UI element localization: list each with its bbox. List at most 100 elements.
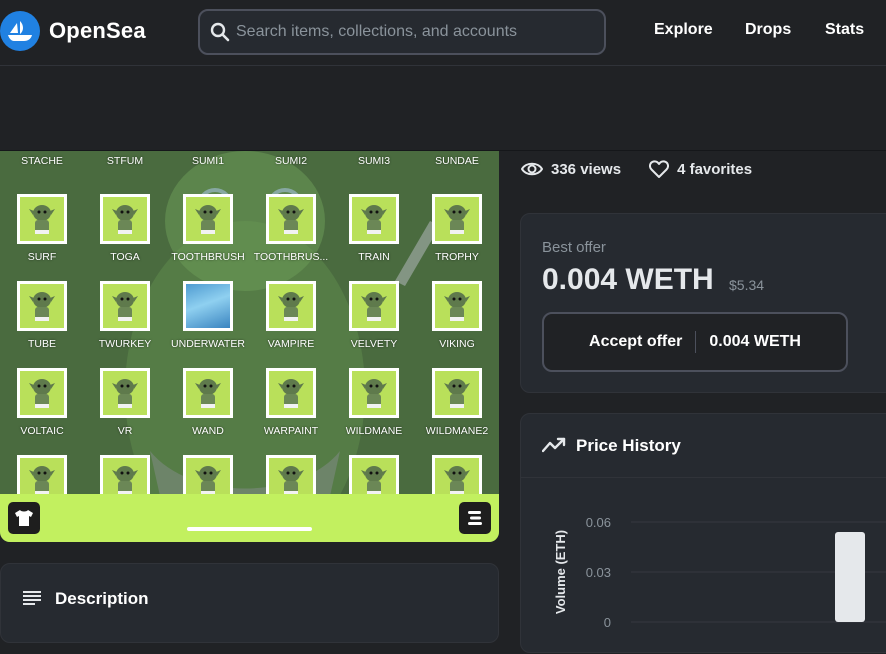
trait-tile[interactable]: SUMI2 xyxy=(249,151,333,167)
best-offer-price: 0.004 WETH xyxy=(542,263,714,296)
trait-thumbnail xyxy=(432,368,482,418)
trait-label: UNDERWATER xyxy=(171,338,245,350)
trait-label: SURF xyxy=(27,251,57,263)
y-tick-label: 0 xyxy=(604,615,611,630)
trait-tile[interactable]: SUMI3 xyxy=(332,151,416,167)
trait-tile[interactable]: SUMI1 xyxy=(166,151,250,167)
eye-icon xyxy=(521,162,543,176)
trait-label: SUNDAE xyxy=(435,155,479,167)
trait-tile[interactable]: TOGA xyxy=(83,194,167,263)
trait-label: TUBE xyxy=(27,338,56,350)
trait-label: SUMI3 xyxy=(357,155,391,167)
trait-tile[interactable]: SUNDAE xyxy=(415,151,499,167)
trait-label: WAND xyxy=(192,425,224,437)
trait-thumbnail xyxy=(17,368,67,418)
trait-thumbnail xyxy=(100,368,150,418)
search-input[interactable] xyxy=(236,23,596,41)
trait-label: TWURKEY xyxy=(98,338,152,350)
trait-tile[interactable]: TUBE xyxy=(0,281,84,350)
trait-tile[interactable]: TWURKEY xyxy=(83,281,167,350)
trait-label: VR xyxy=(117,425,133,437)
trait-tile[interactable]: TOOTHBRUS... xyxy=(249,194,333,263)
trending-icon xyxy=(542,437,566,453)
description-card[interactable]: Description xyxy=(0,563,499,643)
accept-offer-price: 0.004 WETH xyxy=(709,333,801,350)
trait-tile[interactable]: SURF xyxy=(0,194,84,263)
trait-thumbnail xyxy=(349,194,399,244)
trait-thumbnail xyxy=(432,281,482,331)
trait-thumbnail xyxy=(266,281,316,331)
trait-label: WARPAINT xyxy=(263,425,319,437)
trait-thumbnail xyxy=(349,368,399,418)
trait-tile[interactable]: UNDERWATER xyxy=(166,281,250,350)
best-offer-usd: $5.34 xyxy=(729,277,765,293)
trait-label: TRAIN xyxy=(358,251,390,263)
accept-offer-button[interactable]: Accept offer 0.004 WETH xyxy=(542,312,848,372)
nav-explore-link[interactable]: Explore xyxy=(654,21,713,39)
description-title: Description xyxy=(55,589,149,608)
trait-thumbnail xyxy=(266,368,316,418)
trait-label: STFUM xyxy=(106,155,144,167)
y-tick-label: 0.06 xyxy=(586,515,611,530)
trait-tile[interactable]: VELVETY xyxy=(332,281,416,350)
description-icon xyxy=(23,591,41,605)
trait-thumbnail xyxy=(100,281,150,331)
nav-stats-link[interactable]: Stats xyxy=(825,21,864,39)
opensea-logo[interactable]: OpenSea xyxy=(0,11,146,51)
y-axis-label: Volume (ETH) xyxy=(553,530,568,614)
trait-label: TROPHY xyxy=(435,251,479,263)
nft-media-panel: STACHE STFUM SUMI1 SUMI2 SUMI3 SUNDAE SURF TOGA… xyxy=(0,151,499,542)
trait-tile[interactable]: WILDMANE xyxy=(332,368,416,437)
trait-tile[interactable]: TROPHY xyxy=(415,194,499,263)
trait-tile[interactable]: WILDMANE2 xyxy=(415,368,499,437)
trait-tile[interactable]: VAMPIRE xyxy=(249,281,333,350)
tshirt-button[interactable] xyxy=(8,502,40,534)
trait-label: WILDMANE xyxy=(345,425,403,437)
volume-chart: 0.06 0.03 0 Volume (ETH) xyxy=(553,515,886,630)
trait-label: VELVETY xyxy=(350,338,398,350)
trait-tile[interactable]: VOLTAIC xyxy=(0,368,84,437)
trait-tile[interactable]: STACHE xyxy=(0,151,84,167)
item-stats: 336 views 4 favorites xyxy=(521,160,780,178)
y-tick-label: 0.03 xyxy=(586,565,611,580)
drag-handle[interactable] xyxy=(187,527,312,531)
trait-tile[interactable]: WARPAINT xyxy=(249,368,333,437)
trait-thumbnail xyxy=(266,194,316,244)
favorites-text: 4 favorites xyxy=(677,160,753,178)
favorites-count[interactable]: 4 favorites xyxy=(649,160,752,178)
media-toolbar xyxy=(0,494,499,542)
trait-label: STACHE xyxy=(21,155,63,167)
trait-tile[interactable]: VR xyxy=(83,368,167,437)
trait-tile[interactable]: TRAIN xyxy=(332,194,416,263)
trait-label: TOGA xyxy=(110,251,140,263)
top-nav: OpenSea Explore Drops Stats xyxy=(0,0,886,66)
trait-label: TOOTHBRUS... xyxy=(253,251,329,263)
trait-label: WILDMANE2 xyxy=(425,425,489,437)
nav-drops-link[interactable]: Drops xyxy=(745,21,791,39)
trait-thumbnail xyxy=(432,194,482,244)
price-history-card: Price History 0.06 0.03 0 Volume (ETH) xyxy=(520,413,886,653)
trait-thumbnail xyxy=(183,368,233,418)
best-offer-card: Best offer 0.004 WETH $5.34 Accept offer… xyxy=(520,213,886,393)
tshirt-icon xyxy=(15,510,33,526)
accept-offer-label: Accept offer xyxy=(589,333,683,350)
price-history-header[interactable]: Price History xyxy=(521,414,886,478)
search-bar[interactable] xyxy=(198,9,606,55)
swap-button[interactable] xyxy=(459,502,491,534)
views-text: 336 views xyxy=(551,160,622,178)
volume-bar[interactable] xyxy=(835,532,865,622)
trait-tile[interactable]: STFUM xyxy=(83,151,167,167)
trait-tile[interactable]: TOOTHBRUSH xyxy=(166,194,250,263)
trait-tile[interactable]: VIKING xyxy=(415,281,499,350)
trait-thumbnail xyxy=(100,194,150,244)
trait-label: SUMI1 xyxy=(191,155,225,167)
trait-tile[interactable]: WAND xyxy=(166,368,250,437)
heart-icon xyxy=(649,160,670,178)
brand-name: OpenSea xyxy=(49,18,146,43)
trait-label: VOLTAIC xyxy=(20,425,64,437)
trait-label: VIKING xyxy=(439,338,475,350)
best-offer-label: Best offer xyxy=(542,239,606,256)
swap-icon xyxy=(468,511,482,525)
trait-thumbnail xyxy=(183,194,233,244)
button-divider xyxy=(695,331,697,353)
